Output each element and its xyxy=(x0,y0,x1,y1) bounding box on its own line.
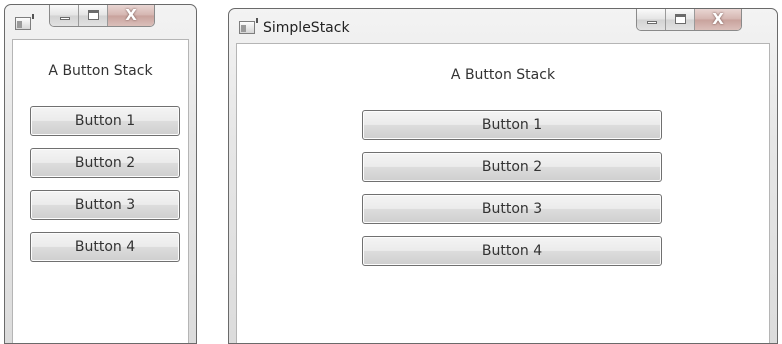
close-icon: X xyxy=(712,10,724,28)
window-title: SimpleStack xyxy=(263,20,350,36)
client-area: A Button Stack Button 1 Button 2 Button … xyxy=(12,39,189,343)
maximize-button[interactable] xyxy=(666,9,695,30)
maximize-button[interactable] xyxy=(79,5,108,26)
minimize-button[interactable] xyxy=(637,9,666,30)
title-bar[interactable]: SimpleStack X xyxy=(229,9,777,43)
maximize-icon xyxy=(675,14,686,24)
close-button[interactable]: X xyxy=(108,5,154,26)
button-1[interactable]: Button 1 xyxy=(30,106,180,136)
client-area: A Button Stack Button 1 Button 2 Button … xyxy=(236,43,770,343)
close-icon: X xyxy=(125,6,137,24)
title-bar[interactable]: X xyxy=(5,5,196,39)
button-2[interactable]: Button 2 xyxy=(30,148,180,178)
minimize-icon xyxy=(60,17,70,20)
button-3[interactable]: Button 3 xyxy=(30,190,180,220)
caption-buttons: X xyxy=(636,9,742,31)
window-app-icon[interactable] xyxy=(239,18,258,34)
maximize-icon xyxy=(88,10,99,20)
small-window: X A Button Stack Button 1 Button 2 Butto… xyxy=(4,4,197,344)
minimize-icon xyxy=(647,21,657,24)
button-4[interactable]: Button 4 xyxy=(30,232,180,262)
stack-label: A Button Stack xyxy=(450,67,556,83)
button-2[interactable]: Button 2 xyxy=(362,152,662,182)
caption-buttons: X xyxy=(49,5,155,27)
button-3[interactable]: Button 3 xyxy=(362,194,662,224)
close-button[interactable]: X xyxy=(695,9,741,30)
button-1[interactable]: Button 1 xyxy=(362,110,662,140)
stack-label: A Button Stack xyxy=(48,63,153,79)
simplestack-window: SimpleStack X A Button Stack Button 1 Bu… xyxy=(228,8,778,344)
button-4[interactable]: Button 4 xyxy=(362,236,662,266)
minimize-button[interactable] xyxy=(50,5,79,26)
window-app-icon[interactable] xyxy=(15,14,34,30)
